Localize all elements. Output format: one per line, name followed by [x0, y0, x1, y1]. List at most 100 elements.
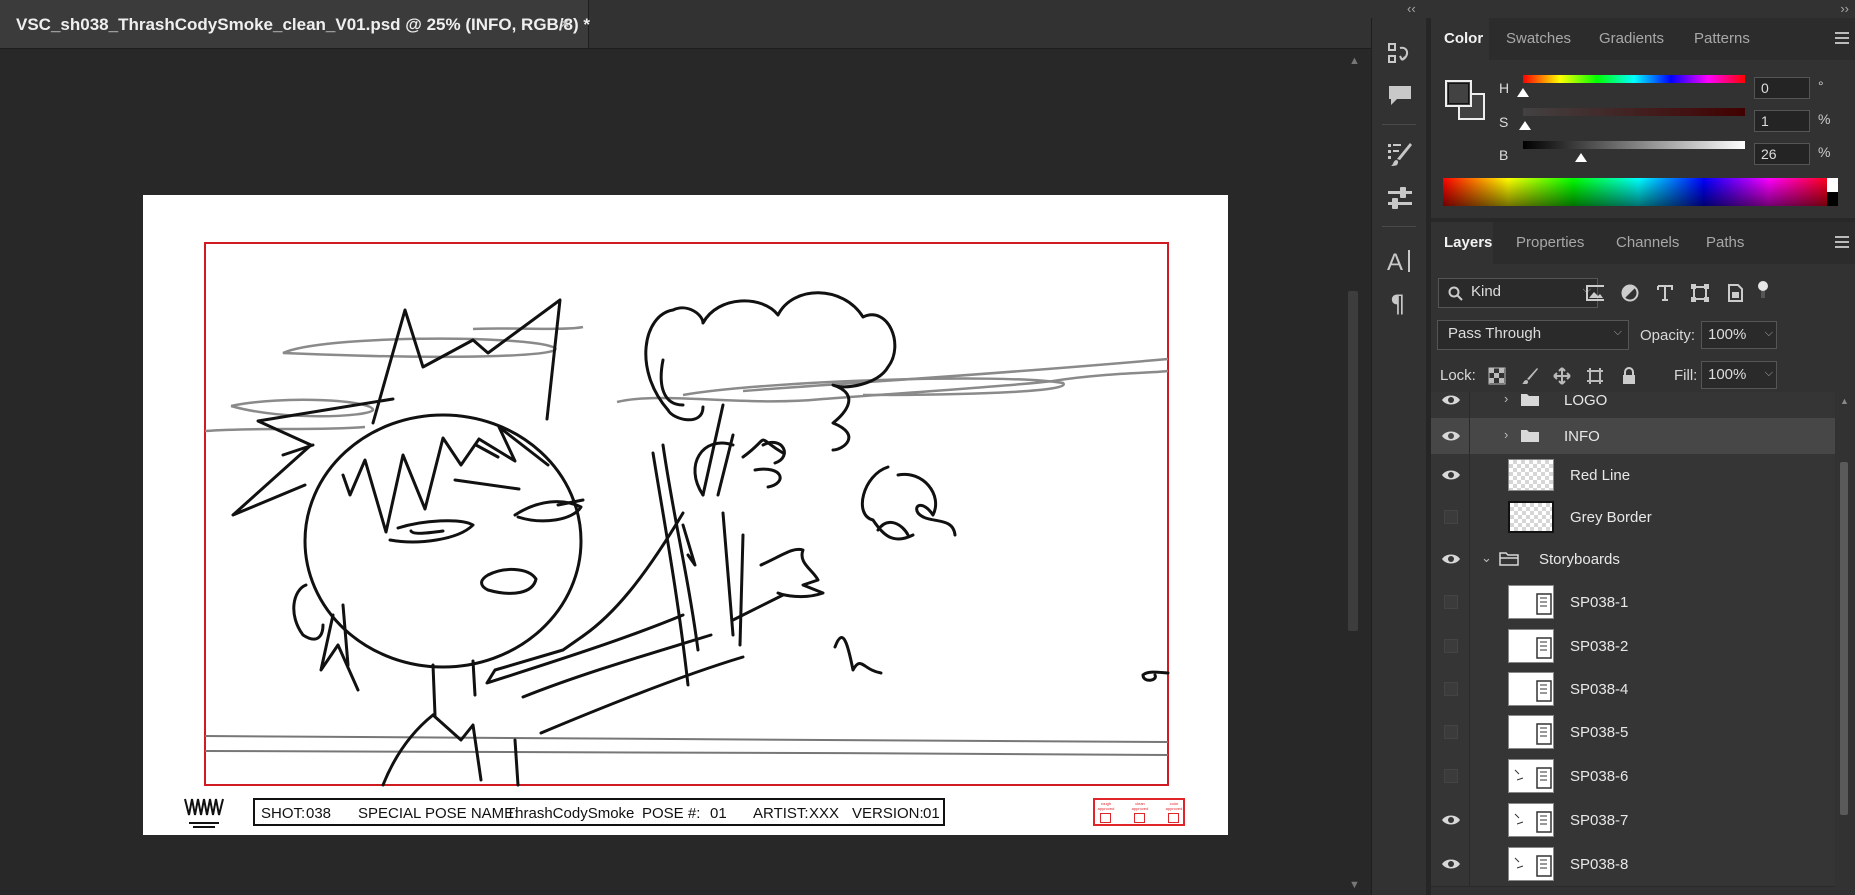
visibility-toggle[interactable] [1444, 510, 1458, 524]
visibility-toggle[interactable] [1444, 725, 1458, 739]
layer-row-sp038-8[interactable]: SP038-8 [1431, 842, 1835, 887]
tab-layers[interactable]: Layers [1444, 234, 1492, 251]
hue-input[interactable]: 0 [1754, 77, 1810, 99]
lock-image-pixels-icon[interactable] [1521, 367, 1539, 385]
chevron-right-icon[interactable]: › [1504, 427, 1508, 442]
tab-channels[interactable]: Channels [1616, 234, 1679, 251]
brightness-slider[interactable] [1523, 141, 1745, 149]
layer-row-info[interactable]: › INFO [1431, 418, 1835, 455]
layer-row-logo[interactable]: › LOGO [1431, 392, 1835, 419]
brightness-slider-thumb[interactable] [1575, 153, 1587, 162]
type-layer-filter-icon[interactable] [1656, 284, 1674, 302]
layer-name: SP038-2 [1570, 638, 1629, 655]
layer-row-grey-border[interactable]: Grey Border [1431, 496, 1835, 539]
hue-slider-thumb[interactable] [1517, 88, 1529, 97]
saturation-slider[interactable] [1523, 108, 1745, 116]
foreground-color-swatch[interactable] [1445, 80, 1472, 107]
scrollbar-thumb[interactable] [1840, 462, 1848, 815]
panel-menu-icon[interactable] [1835, 236, 1849, 248]
divider [1469, 580, 1470, 624]
lock-all-icon[interactable] [1620, 367, 1638, 385]
scroll-up-icon[interactable]: ▲ [1840, 396, 1849, 406]
scrollbar-thumb[interactable] [1348, 291, 1358, 631]
fill-input[interactable]: 100% ⌵ [1701, 361, 1777, 389]
tab-gradients[interactable]: Gradients [1599, 30, 1664, 47]
approval-label-color: color approved [1165, 801, 1183, 811]
tab-color[interactable]: Color [1444, 30, 1483, 47]
character-icon[interactable]: A [1386, 246, 1414, 276]
visibility-toggle[interactable] [1444, 595, 1458, 609]
canvas-area[interactable]: SHOT: 038 SPECIAL POSE NAME: ThrashCodyS… [0, 49, 1344, 895]
canvas-vertical-scrollbar[interactable]: ▲ ▼ [1344, 49, 1371, 895]
hue-slider[interactable] [1523, 75, 1745, 83]
fill-value: 100% [1708, 366, 1747, 383]
saturation-input[interactable]: 1 [1754, 110, 1810, 132]
pixel-layer-filter-icon[interactable] [1586, 284, 1604, 302]
layer-row-sp038-1[interactable]: SP038-1 [1431, 580, 1835, 625]
brush-settings-icon[interactable] [1386, 140, 1414, 168]
layer-filter-dropdown[interactable]: Kind ⌵ [1438, 278, 1598, 308]
saturation-slider-thumb[interactable] [1519, 121, 1531, 130]
layer-row-sp038-5[interactable]: SP038-5 [1431, 710, 1835, 755]
tab-swatches[interactable]: Swatches [1506, 30, 1571, 47]
opacity-label: Opacity: [1640, 327, 1696, 344]
opacity-input[interactable]: 100% ⌵ [1701, 321, 1777, 349]
tab-paths[interactable]: Paths [1706, 234, 1744, 251]
black-white-swatch[interactable] [1827, 178, 1838, 206]
layer-row-sp038-6[interactable]: SP038-6 [1431, 754, 1835, 799]
layer-name: Grey Border [1570, 509, 1652, 526]
layer-row-storyboards[interactable]: ⌄ Storyboards [1431, 538, 1835, 581]
chevron-down-icon[interactable]: ⌄ [1481, 550, 1492, 566]
scroll-up-icon[interactable]: ▲ [1349, 55, 1360, 67]
smart-object-filter-icon[interactable] [1726, 284, 1744, 302]
visibility-eye-icon[interactable] [1441, 467, 1461, 483]
tab-properties[interactable]: Properties [1516, 234, 1584, 251]
visibility-eye-icon[interactable] [1441, 428, 1461, 444]
document-canvas[interactable]: SHOT: 038 SPECIAL POSE NAME: ThrashCodyS… [143, 195, 1228, 835]
lock-position-icon[interactable] [1553, 367, 1571, 385]
layer-name: SP038-7 [1570, 812, 1629, 829]
chevron-down-icon[interactable]: ⌵ [1765, 327, 1773, 340]
shape-layer-filter-icon[interactable] [1691, 284, 1709, 302]
paragraph-icon[interactable]: ¶ [1386, 288, 1414, 318]
layer-row-sp038-7[interactable]: SP038-7 [1431, 798, 1835, 843]
lock-transparent-pixels-icon[interactable] [1488, 367, 1506, 385]
layer-row-sp038-4[interactable]: SP038-4 [1431, 668, 1835, 711]
lock-artboard-icon[interactable] [1586, 367, 1604, 385]
visibility-eye-icon[interactable] [1441, 812, 1461, 828]
layer-row-red-line[interactable]: Red Line [1431, 454, 1835, 497]
visibility-eye-icon[interactable] [1441, 856, 1461, 872]
tab-patterns[interactable]: Patterns [1694, 30, 1750, 47]
visibility-eye-icon[interactable] [1441, 392, 1461, 408]
chevron-down-icon[interactable]: ⌵ [1765, 367, 1773, 380]
hue-unit: ° [1818, 78, 1824, 94]
brightness-input[interactable]: 26 [1754, 143, 1810, 165]
history-icon[interactable] [1386, 40, 1414, 68]
document-tab-title: VSC_sh038_ThrashCodySmoke_clean_V01.psd … [16, 15, 591, 34]
chevron-right-icon[interactable]: › [1504, 392, 1508, 406]
visibility-toggle[interactable] [1444, 769, 1458, 783]
visibility-toggle[interactable] [1444, 639, 1458, 653]
comment-icon[interactable] [1386, 82, 1414, 110]
panel-menu-icon[interactable] [1835, 32, 1849, 44]
scroll-down-icon[interactable]: ▼ [1349, 879, 1360, 891]
layers-scrollbar[interactable]: ▲ [1835, 392, 1855, 895]
approval-label-clean: clean approved [1131, 801, 1149, 811]
color-spectrum-ramp[interactable] [1443, 178, 1838, 206]
collapse-right-icon[interactable]: ›› [1840, 1, 1849, 16]
adjustments-icon[interactable] [1386, 184, 1414, 212]
divider [1382, 226, 1416, 227]
blend-mode-dropdown[interactable]: Pass Through ⌵ [1437, 320, 1629, 350]
layer-row-sp038-2[interactable]: SP038-2 [1431, 624, 1835, 669]
visibility-toggle[interactable] [1444, 682, 1458, 696]
document-tab[interactable]: VSC_sh038_ThrashCodySmoke_clean_V01.psd … [0, 0, 591, 48]
open-folder-icon [1499, 552, 1519, 566]
close-icon[interactable]: × [560, 14, 570, 34]
collapse-left-icon[interactable]: ‹‹ [1407, 1, 1416, 16]
visibility-eye-icon[interactable] [1441, 551, 1461, 567]
filter-toggle-icon[interactable] [1757, 280, 1775, 298]
shot-label: SHOT: [261, 805, 306, 822]
adjustment-layer-filter-icon[interactable] [1621, 284, 1639, 302]
divider [1469, 624, 1470, 668]
artist-label: ARTIST: [753, 805, 809, 822]
